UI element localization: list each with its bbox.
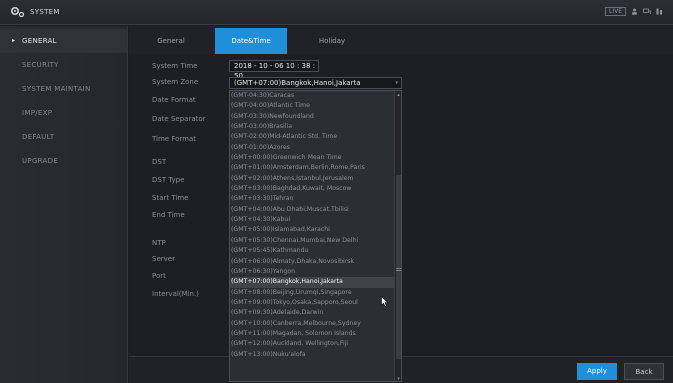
end-time-label: End Time [152, 211, 185, 219]
status-area: LIVE [604, 7, 663, 16]
timezone-options: (GMT-04:30)Caracas (GMT-04:00)Atlantic Ti… [230, 91, 401, 360]
tab-bar: General Date&Time Holiday [129, 26, 673, 54]
dst-label: DST [152, 158, 167, 166]
system-zone-label: System Zone [152, 78, 199, 86]
sidebar-item-label: DEFAULT [22, 133, 55, 141]
sidebar: ▸ GENERAL SECURITY SYSTEM MAINTAIN IMP/E… [0, 26, 128, 383]
timezone-option[interactable]: (GMT-04:00)Atlantic Time [230, 101, 401, 111]
system-zone-value: (GMT+07:00)Bangkok,Hanoi,Jakarta [234, 79, 361, 87]
timezone-option[interactable]: (GMT-04:30)Caracas [230, 91, 401, 101]
timezone-option[interactable]: (GMT+07:00)Bangkok,Hanoi,Jakarta [230, 277, 401, 288]
tab-holiday[interactable]: Holiday [297, 28, 367, 54]
timezone-option[interactable]: (GMT+02:00)Athens,Istanbul,Jerusalem [230, 174, 401, 184]
timezone-option[interactable]: (GMT+00:00)Greenwich Mean Time [230, 153, 401, 163]
sidebar-item-label: SECURITY [22, 61, 59, 69]
system-time-field[interactable]: 2018 - 10 - 06 10 : 38 : 50 [229, 60, 319, 80]
scroll-grip-icon [396, 268, 401, 271]
scroll-down-icon[interactable]: ▾ [396, 376, 401, 381]
live-indicator[interactable]: LIVE [604, 7, 626, 16]
date-separator-label: Date Separator [152, 115, 206, 123]
mouse-cursor-icon [381, 296, 389, 307]
network-icon[interactable] [643, 8, 651, 15]
sidebar-item-upgrade[interactable]: UPGRADE [0, 149, 127, 173]
window-title: SYSTEM [30, 8, 60, 16]
server-label: Server [152, 255, 175, 263]
sidebar-item-label: GENERAL [22, 37, 57, 45]
system-time-label: System Time [152, 62, 198, 70]
timezone-option[interactable]: (GMT-01:00)Azores [230, 143, 401, 153]
dropdown-scrollbar[interactable]: ▴ ▾ [394, 91, 401, 381]
tab-date-time[interactable]: Date&Time [215, 28, 287, 54]
timezone-option[interactable]: (GMT+12:00)Auckland, Wellington,Fiji [230, 339, 401, 349]
sidebar-item-label: UPGRADE [22, 157, 59, 165]
timezone-option[interactable]: (GMT-03:30)Newfoundland [230, 112, 401, 122]
ntp-label: NTP [152, 239, 166, 247]
timezone-option[interactable]: (GMT-03:00)Brasilia [230, 122, 401, 132]
timezone-option[interactable]: (GMT+13:00)Nuku'alofa [230, 350, 401, 360]
timezone-dropdown-list[interactable]: (GMT-04:30)Caracas (GMT-04:00)Atlantic Ti… [229, 90, 402, 382]
timezone-option[interactable]: (GMT+05:45)Kathmandu [230, 246, 401, 256]
dst-type-label: DST Type [152, 176, 185, 184]
timezone-option[interactable]: (GMT+10:00)Canberra,Melbourne,Sydney [230, 319, 401, 329]
settings-icon[interactable] [656, 8, 663, 15]
interval-label: Interval(Min.) [152, 290, 199, 298]
scroll-thumb[interactable] [396, 175, 401, 359]
timezone-option[interactable]: (GMT+06:00)Almaty,Dhaka,Novosibirsk [230, 257, 401, 267]
port-label: Port [152, 272, 166, 280]
timezone-option[interactable]: (GMT+11:00)Magadan, Solomon Islands [230, 329, 401, 339]
apply-button[interactable]: Apply [577, 363, 617, 380]
timezone-option[interactable]: (GMT+05:00)Islamabad,Karachi [230, 225, 401, 235]
system-zone-select[interactable]: (GMT+07:00)Bangkok,Hanoi,Jakarta ▾ [229, 77, 402, 89]
sidebar-item-general[interactable]: ▸ GENERAL [0, 29, 127, 53]
timezone-option[interactable]: (GMT+08:00)Beijing,Urumqi,Singapore [230, 288, 401, 298]
timezone-option[interactable]: (GMT+01:00)Amsterdam,Berlin,Rome,Paris [230, 163, 401, 173]
gear-icon [10, 6, 25, 18]
title-bar: SYSTEM LIVE [0, 0, 673, 25]
timezone-option[interactable]: (GMT+09:00)Tokyo,Osaka,Sapporo,Seoul [230, 298, 401, 308]
user-icon[interactable] [631, 8, 638, 15]
timezone-option[interactable]: (GMT+06:30)Yangon [230, 267, 401, 277]
start-time-label: Start Time [152, 194, 189, 202]
sidebar-item-label: IMP/EXP [22, 109, 53, 117]
timezone-option[interactable]: (GMT+09:30)Adelaide,Darwin [230, 308, 401, 318]
timezone-option[interactable]: (GMT+03:30)Tehran [230, 194, 401, 204]
timezone-option[interactable]: (GMT-02:00)Mid-Atlantic Std. Time [230, 132, 401, 142]
sidebar-item-default[interactable]: DEFAULT [0, 125, 127, 149]
sidebar-item-security[interactable]: SECURITY [0, 53, 127, 77]
tab-general[interactable]: General [129, 28, 213, 54]
time-format-label: Time Format [152, 135, 197, 143]
scroll-up-icon[interactable]: ▴ [396, 92, 401, 98]
sidebar-item-label: SYSTEM MAINTAIN [22, 85, 91, 93]
date-format-label: Date Format [152, 96, 196, 104]
sidebar-item-system-maintain[interactable]: SYSTEM MAINTAIN [0, 77, 127, 101]
chevron-right-icon: ▸ [12, 37, 16, 44]
timezone-option[interactable]: (GMT+04:00)Abu Dhabi,Muscat,Tbilisi [230, 205, 401, 215]
back-button[interactable]: Back [624, 363, 664, 380]
timezone-option[interactable]: (GMT+03:00)Baghdad,Kuwait, Moscow [230, 184, 401, 194]
sidebar-item-imp-exp[interactable]: IMP/EXP [0, 101, 127, 125]
timezone-option[interactable]: (GMT+05:30)Chennai,Mumbai,New Delhi [230, 236, 401, 246]
chevron-down-icon: ▾ [395, 80, 398, 86]
timezone-option[interactable]: (GMT+04:30)Kabul [230, 215, 401, 225]
